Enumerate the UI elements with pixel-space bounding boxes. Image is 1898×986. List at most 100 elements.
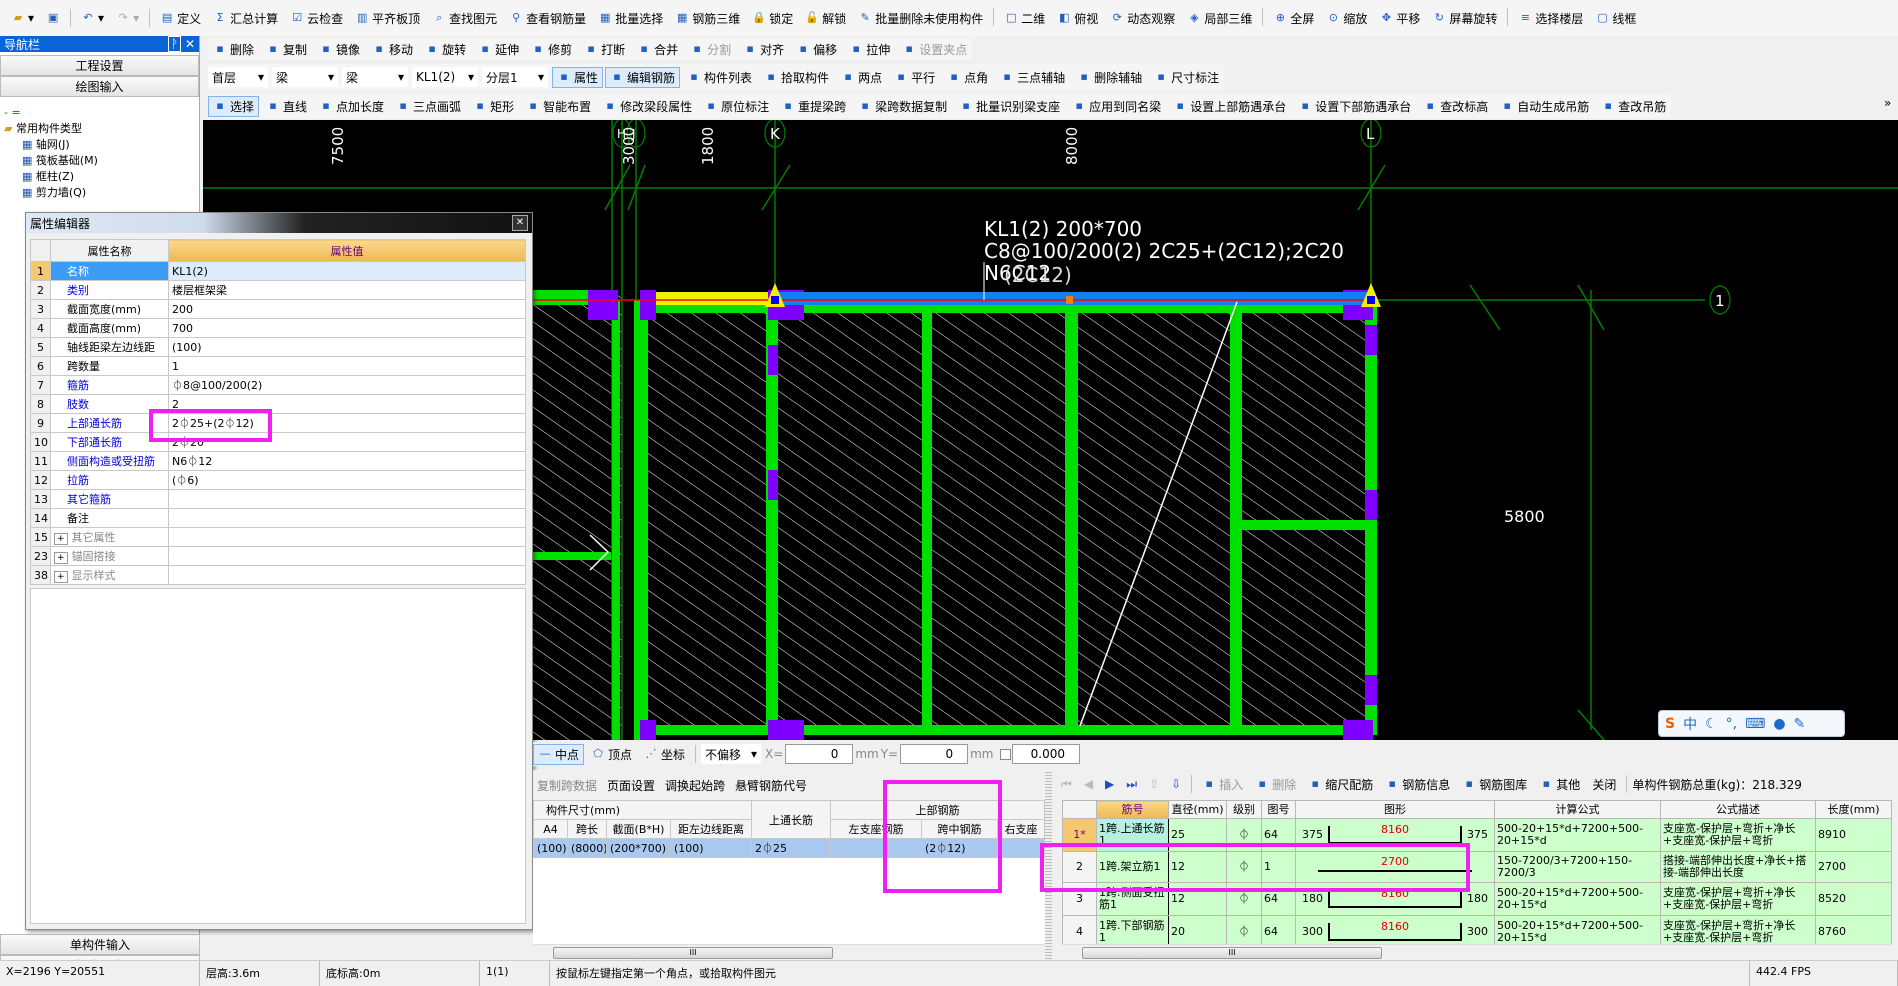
- undo-button[interactable]: ↶ ▾: [76, 9, 109, 27]
- property-value[interactable]: KL1(2): [168, 261, 526, 281]
- toolbar2-btn-0[interactable]: ▪ 删除: [208, 39, 259, 60]
- toolbar4-btn-2[interactable]: ▪ 点加长度: [314, 96, 389, 117]
- rebar-toolbar-btn-5[interactable]: ▪ 其他: [1534, 774, 1585, 795]
- toolbar-btn-8[interactable]: 🔒 锁定: [747, 8, 798, 29]
- toolbar4-btn-6[interactable]: ▪ 修改梁段属性: [598, 96, 697, 117]
- first-icon[interactable]: ⏮: [1056, 775, 1077, 794]
- toolbar2-btn-6[interactable]: ▪ 修剪: [526, 39, 577, 60]
- span-cell[interactable]: (100): [669, 838, 753, 858]
- tree-item[interactable]: ▦ 剪力墙(Q): [4, 185, 199, 201]
- ime-toolbar[interactable]: S 中 ☾ °, ⌨ ● ✎: [1658, 710, 1845, 737]
- toolbar4-btn-1[interactable]: ▪ 直线: [261, 96, 312, 117]
- toolbar2-btn-13[interactable]: ▪ 设置夹点: [897, 39, 972, 60]
- property-value[interactable]: N6⏀12: [168, 451, 526, 471]
- toolbar3-btn-0[interactable]: ▪ 属性: [552, 66, 604, 88]
- toolbar-btn-7[interactable]: ▦ 钢筋三维: [670, 8, 745, 29]
- rebar-row[interactable]: 3 1跨.侧面受扭筋1 12 ⏀ 64 180 180 8160 500-20+15*d+720…: [1062, 882, 1892, 916]
- toolbar3-btn-6[interactable]: ▪ 点角: [942, 67, 993, 88]
- rebar-figure-no[interactable]: 64: [1261, 882, 1296, 916]
- rebar-toolbar-btn-0[interactable]: ▪ 插入: [1197, 774, 1248, 795]
- toolbar2-btn-3[interactable]: ▪ 移动: [367, 39, 418, 60]
- horizontal-scrollbar[interactable]: III: [1062, 944, 1892, 960]
- move-down-icon[interactable]: ⇩: [1166, 775, 1186, 793]
- rebar-formula[interactable]: 500-20+15*d+7200+500-20+15*d: [1494, 882, 1661, 916]
- toolbar-btn-18[interactable]: ↻ 屏幕旋转: [1427, 8, 1502, 29]
- save-button[interactable]: ▣: [41, 9, 65, 27]
- property-value[interactable]: 楼层框架梁: [168, 280, 526, 300]
- rebar-formula[interactable]: 150-7200/3+7200+150-7200/3: [1494, 851, 1661, 883]
- toolbar2-btn-2[interactable]: ▪ 镜像: [314, 39, 365, 60]
- toolbar-btn-6[interactable]: ▦ 批量选择: [593, 8, 668, 29]
- rebar-formula[interactable]: 500-20+15*d+7200+500-20+15*d: [1494, 818, 1661, 852]
- toolbar-btn-13[interactable]: ⟳ 动态观察: [1105, 8, 1180, 29]
- rebar-diameter[interactable]: 25: [1168, 818, 1227, 852]
- toolbar-btn-20[interactable]: ▢ 线框: [1590, 8, 1641, 29]
- ime-mode[interactable]: 中: [1683, 714, 1697, 734]
- rebar-toolbar-btn-1[interactable]: ▪ 删除: [1250, 774, 1301, 795]
- toolbar4-btn-10[interactable]: ▪ 批量识别梁支座: [954, 96, 1065, 117]
- project-settings-button[interactable]: 工程设置: [0, 55, 199, 76]
- span-cell[interactable]: [830, 838, 923, 858]
- close-icon[interactable]: ✕: [512, 215, 528, 231]
- rebar-name[interactable]: 1跨.上通长筋1: [1096, 818, 1169, 852]
- rebar-figure-no[interactable]: 64: [1261, 915, 1296, 944]
- select-4[interactable]: 分层1 ▾: [482, 67, 548, 87]
- rebar-toolbar-btn-3[interactable]: ▪ 钢筋信息: [1380, 774, 1455, 795]
- span-cell[interactable]: (200*700): [606, 838, 671, 858]
- toolbar4-btn-3[interactable]: ▪ 三点画弧: [391, 96, 466, 117]
- property-row[interactable]: 15 + 其它属性: [30, 527, 526, 547]
- property-value[interactable]: 200: [168, 299, 526, 319]
- rebar-formula-desc[interactable]: 支座宽-保护层+弯折+净长+支座宽-保护层+弯折: [1660, 818, 1816, 852]
- property-value[interactable]: 1: [168, 356, 526, 376]
- toolbar4-btn-4[interactable]: ▪ 矩形: [468, 96, 519, 117]
- expand-icon[interactable]: +: [54, 571, 68, 583]
- toolbar3-btn-3[interactable]: ▪ 拾取构件: [759, 67, 834, 88]
- panel-splitter[interactable]: [1045, 770, 1052, 960]
- toolbar2-btn-11[interactable]: ▪ 偏移: [791, 39, 842, 60]
- last-icon[interactable]: ⏭: [1121, 775, 1142, 794]
- tree-root[interactable]: ▰ 常用构件类型: [4, 121, 199, 137]
- span-cell[interactable]: (8000): [567, 838, 607, 858]
- rebar-grade[interactable]: ⏀: [1226, 818, 1262, 852]
- span-row[interactable]: (100) (8000) (200*700) (100) 2⏀25 (2⏀12): [533, 838, 1045, 858]
- rotate-checkbox[interactable]: [999, 748, 1011, 760]
- span-toolbar-btn-1[interactable]: 页面设置: [607, 777, 655, 793]
- property-value[interactable]: 700: [168, 318, 526, 338]
- toolbar4-btn-16[interactable]: ▪ 查改吊筋: [1596, 96, 1671, 117]
- rebar-name[interactable]: 1跨.下部钢筋1: [1096, 915, 1169, 944]
- rebar-grade[interactable]: ⏀: [1226, 915, 1262, 944]
- property-value[interactable]: ⏀8@100/200(2): [168, 375, 526, 395]
- toolbar-btn-11[interactable]: □ 二维: [999, 8, 1050, 29]
- rebar-length[interactable]: 8910: [1815, 818, 1892, 852]
- toolbar3-btn-2[interactable]: ▪ 构件列表: [682, 67, 757, 88]
- rebar-grade[interactable]: ⏀: [1226, 882, 1262, 916]
- toolbar3-btn-5[interactable]: ▪ 平行: [889, 67, 940, 88]
- rebar-toolbar-btn-4[interactable]: ▪ 钢筋图库: [1457, 774, 1532, 795]
- toolbar2-btn-12[interactable]: ▪ 拉伸: [844, 39, 895, 60]
- property-row[interactable]: 2 类别 楼层框架梁: [30, 280, 526, 300]
- toolbar-overflow-button[interactable]: »: [1884, 96, 1891, 110]
- toolbar-btn-1[interactable]: Σ 汇总计算: [208, 8, 283, 29]
- toolbar2-btn-7[interactable]: ▪ 打断: [579, 39, 630, 60]
- property-value[interactable]: [168, 527, 526, 547]
- property-row[interactable]: 4 截面高度(mm) 700: [30, 318, 526, 338]
- toolbar4-btn-12[interactable]: ▪ 设置上部筋遇承台: [1168, 96, 1291, 117]
- property-row[interactable]: 11 侧面构造或受扭筋 N6⏀12: [30, 451, 526, 471]
- toolbar-btn-2[interactable]: ☑ 云检查: [285, 8, 348, 29]
- rebar-diameter[interactable]: 12: [1168, 882, 1227, 916]
- property-row[interactable]: 9 上部通长筋 2⏀25+(2⏀12): [30, 413, 526, 433]
- rebar-row[interactable]: 4 1跨.下部钢筋1 20 ⏀ 64 300 300 8160 500-20+15*d+7200…: [1062, 915, 1892, 944]
- drawing-input-button[interactable]: 绘图输入: [0, 76, 199, 97]
- toolbar4-btn-13[interactable]: ▪ 设置下部筋遇承台: [1293, 96, 1416, 117]
- rebar-length[interactable]: 2700: [1815, 851, 1892, 883]
- toolbar4-btn-14[interactable]: ▪ 查改标高: [1418, 96, 1493, 117]
- next-icon[interactable]: ▶: [1100, 775, 1119, 793]
- select-3[interactable]: KL1(2) ▾: [412, 67, 478, 87]
- rebar-figure-no[interactable]: 64: [1261, 818, 1296, 852]
- property-value[interactable]: [168, 546, 526, 566]
- toolbar4-btn-5[interactable]: ▪ 智能布置: [521, 96, 596, 117]
- property-row[interactable]: 7 箍筋 ⏀8@100/200(2): [30, 375, 526, 395]
- property-row[interactable]: 23 + 锚固搭接: [30, 546, 526, 566]
- toolbar3-btn-7[interactable]: ▪ 三点辅轴: [995, 67, 1070, 88]
- toolbar-btn-15[interactable]: ⊕ 全屏: [1268, 8, 1319, 29]
